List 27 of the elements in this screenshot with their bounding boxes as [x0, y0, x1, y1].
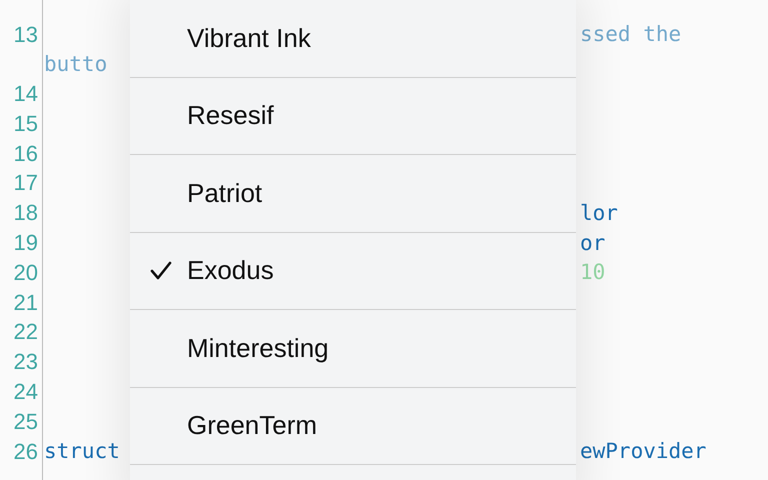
line-number: 20 [14, 260, 38, 286]
code-text: ssed the [580, 22, 682, 46]
line-number: 23 [14, 349, 38, 376]
menu-item[interactable]: Minteresting [130, 310, 576, 388]
line-number: 26 [14, 438, 38, 466]
line-number: 15 [14, 110, 38, 138]
code-text: 10 [580, 260, 606, 284]
menu-item[interactable]: Exodus [130, 232, 576, 310]
menu-item[interactable]: Patriot [130, 155, 576, 232]
line-number: 21 [14, 290, 38, 316]
code-text: struct [44, 439, 120, 464]
line-number: 19 [14, 230, 38, 256]
line-number: 22 [14, 319, 38, 346]
code-text: or [580, 230, 606, 255]
code-text: ewProvider [580, 439, 706, 464]
menu-item[interactable]: GreenTerm [130, 388, 576, 465]
line-number: 16 [14, 140, 38, 168]
code-text: lor [580, 200, 618, 225]
line-number: 17 [14, 170, 38, 197]
menu-item[interactable]: Resesif [130, 78, 576, 155]
line-number: 24 [14, 379, 38, 406]
line-number: 14 [14, 81, 38, 108]
line-number: 13 [14, 22, 38, 48]
line-number: 18 [14, 200, 38, 227]
menu-item[interactable]: Vibrant Ink [130, 0, 576, 78]
code-text: butto [44, 52, 108, 76]
line-number: 25 [14, 408, 38, 436]
